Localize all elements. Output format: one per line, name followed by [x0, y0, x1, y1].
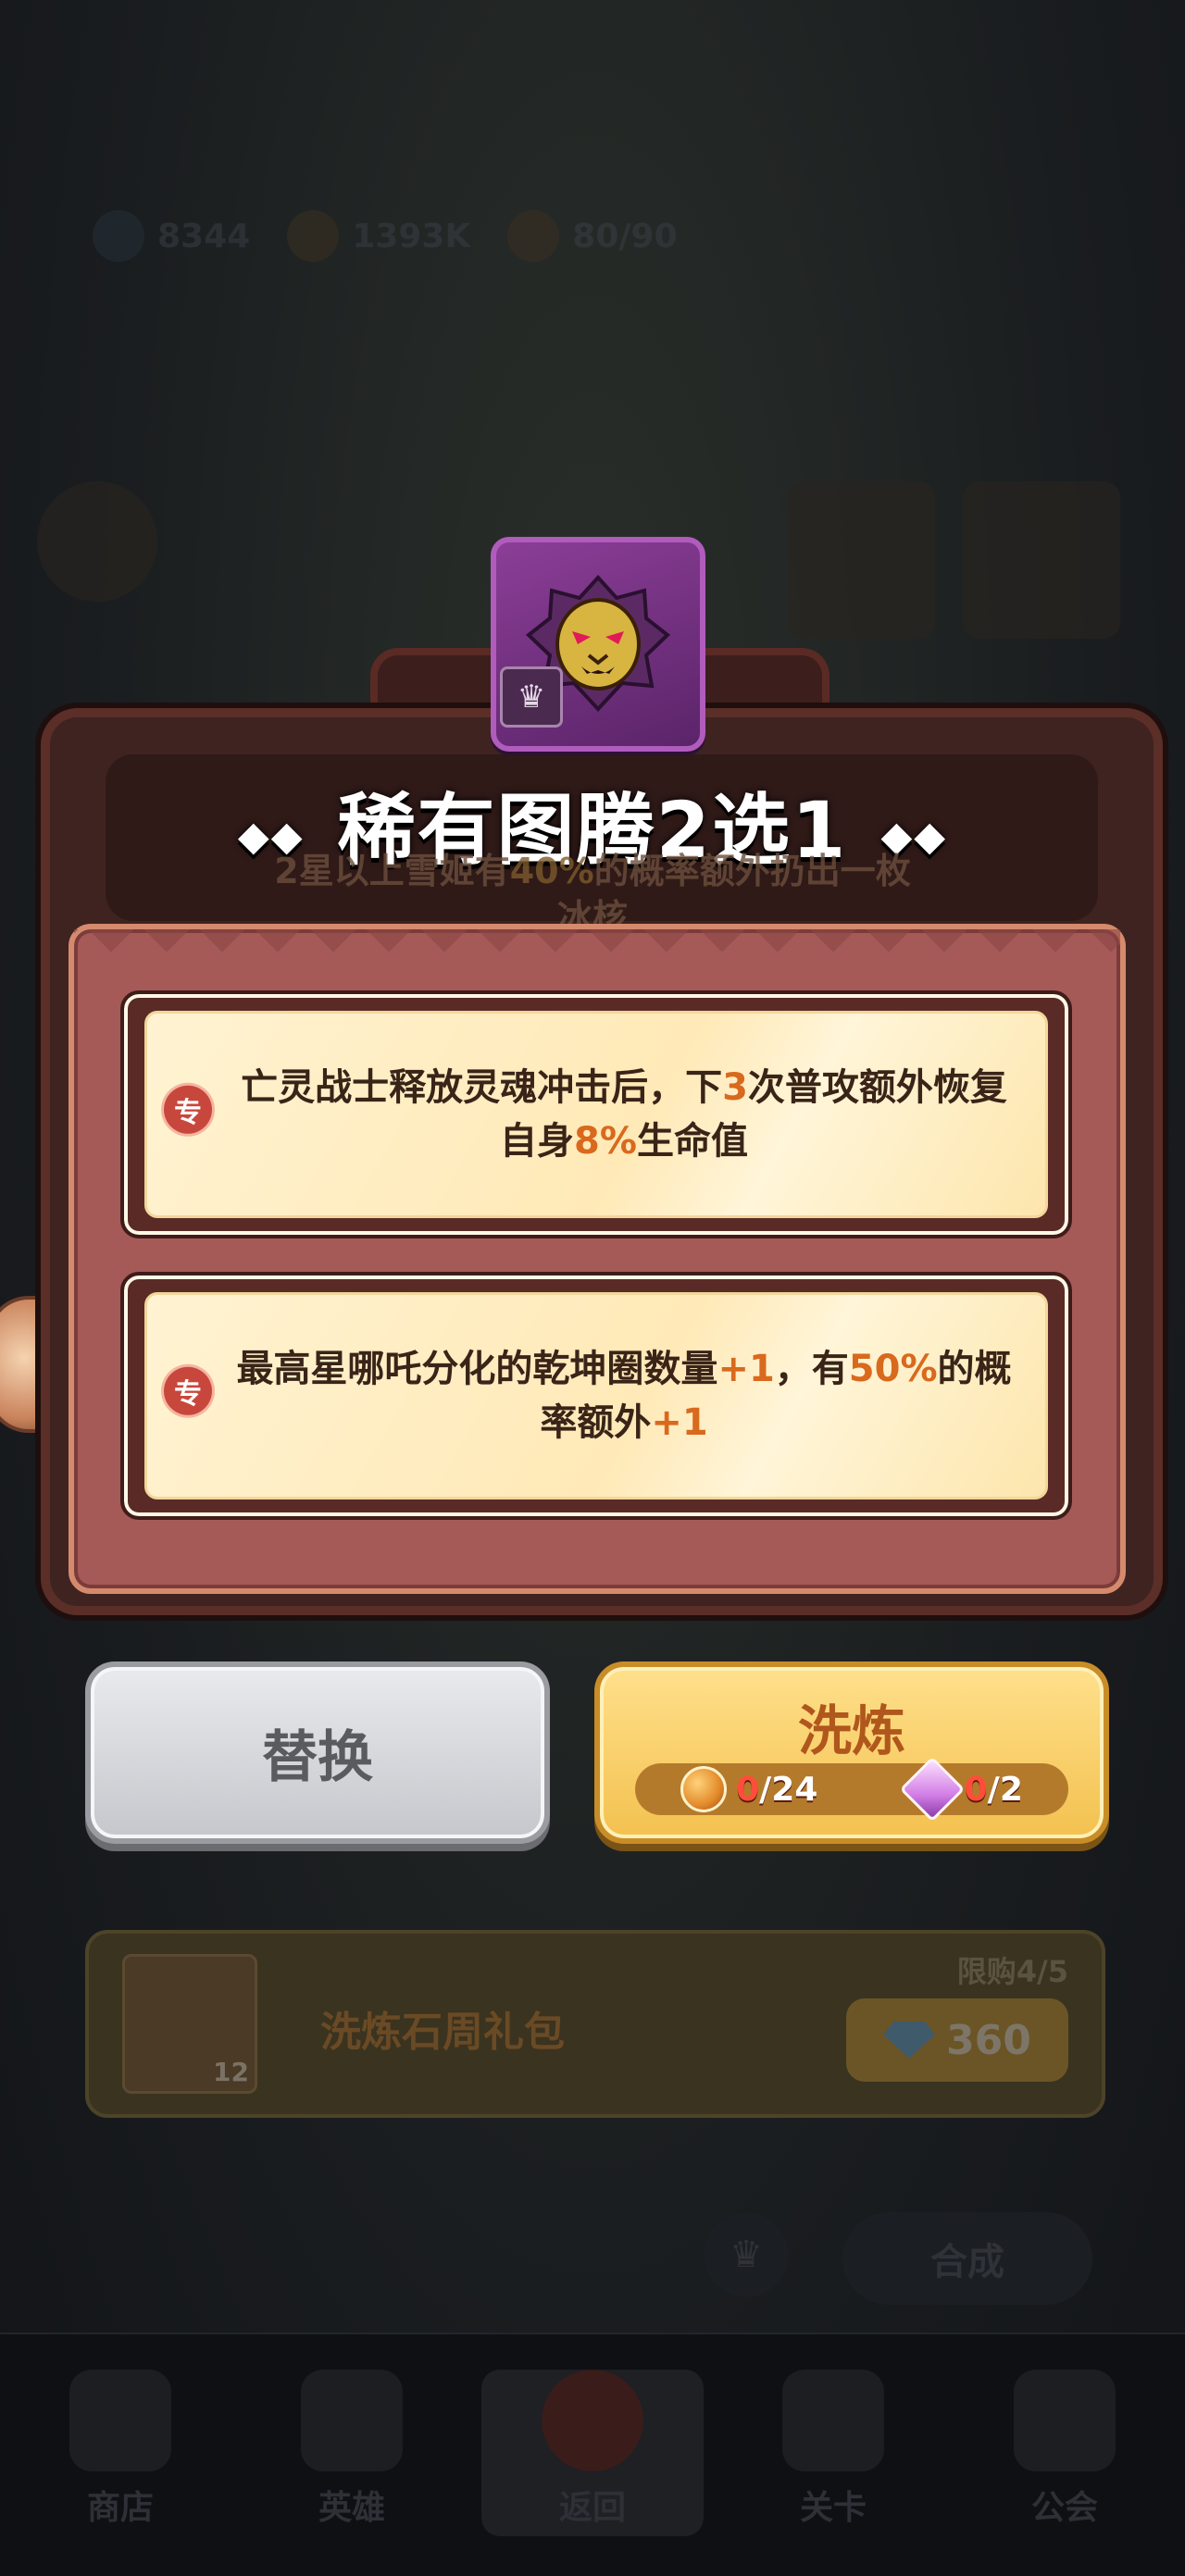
crystal-icon — [899, 1756, 965, 1823]
shop-item-count: 12 — [213, 2057, 249, 2087]
bg-crown-button: ♛ — [704, 2212, 789, 2297]
shop-price-value: 360 — [946, 2016, 1031, 2064]
tab-shop: 商店 — [56, 2370, 185, 2536]
compose-button: 合成 — [842, 2212, 1092, 2305]
shop-item-name: 洗炼石周礼包 — [320, 2009, 565, 2056]
option-1-description: 亡灵战士释放灵魂冲击后，下3次普攻额外恢复自身8%生命值 — [241, 1066, 1007, 1163]
bg-card-2 — [963, 481, 1120, 639]
refine-stone-pack-icon: 12 — [122, 1954, 257, 2094]
options-panel: 专 亡灵战士释放灵魂冲击后，下3次普攻额外恢复自身8%生命值 专 最高星哪吒分化… — [69, 924, 1126, 1594]
refine-stone-cost: 0/24 — [680, 1766, 817, 1812]
crown-icon: ♛ — [500, 666, 563, 728]
shop-item-row: 12 洗炼石周礼包 限购4/5 360 — [85, 1930, 1105, 2118]
bg-avatar — [37, 481, 157, 602]
hero-icon — [301, 2370, 403, 2471]
tab-level: 关卡 — [768, 2370, 898, 2536]
refine-button-label: 洗炼 — [797, 1699, 905, 1762]
tab-hero: 英雄 — [287, 2370, 417, 2536]
exclusive-tag: 专 — [164, 1366, 212, 1415]
bg-card-1 — [787, 481, 935, 639]
top-currency-bar: 8344 1393K 80/90 — [93, 204, 796, 268]
tab-guild: 公会 — [1000, 2370, 1129, 2536]
refine-crystal-cost: 0/2 — [899, 1756, 1023, 1823]
exclusive-tag: 专 — [164, 1085, 212, 1134]
battle-icon — [542, 2370, 643, 2471]
energy-icon — [507, 210, 560, 262]
refine-stone-icon — [680, 1766, 728, 1812]
panel-zigzag-decoration — [74, 929, 1120, 966]
option-card-1-inner[interactable]: 专 亡灵战士释放灵魂冲击后，下3次普攻额外恢复自身8%生命值 — [144, 1011, 1048, 1218]
option-card-2-inner[interactable]: 专 最高星哪吒分化的乾坤圈数量+1，有50%的概率额外+1 — [144, 1292, 1048, 1500]
diamond-icon — [883, 2022, 936, 2059]
shop-buy-button: 360 — [846, 1998, 1068, 2082]
option-card-1[interactable]: 专 亡灵战士释放灵魂冲击后，下3次普攻额外恢复自身8%生命值 — [120, 990, 1072, 1238]
option-2-description: 最高星哪吒分化的乾坤圈数量+1，有50%的概率额外+1 — [236, 1348, 1012, 1444]
gold-counter: 1393K — [287, 210, 470, 262]
refine-button[interactable]: 洗炼 0/24 0/2 — [594, 1661, 1109, 1844]
option-card-2[interactable]: 专 最高星哪吒分化的乾坤圈数量+1，有50%的概率额外+1 — [120, 1272, 1072, 1520]
replace-button[interactable]: 替换 — [85, 1661, 550, 1844]
gem-icon — [93, 210, 144, 262]
modal-subtitle: 2星以上雪姬有40%的概率额外扔出一枚 — [274, 851, 911, 891]
gold-coin-icon — [287, 210, 340, 262]
guild-icon — [1014, 2370, 1116, 2471]
refine-cost-bar: 0/24 0/2 — [635, 1756, 1068, 1823]
shop-icon — [69, 2370, 171, 2471]
gate-icon — [782, 2370, 884, 2471]
gem-counter: 8344 — [93, 210, 250, 262]
shop-item-limit: 限购4/5 — [956, 1954, 1068, 1989]
tab-return: 返回 — [481, 2370, 704, 2536]
energy-counter: 80/90 — [507, 210, 678, 262]
